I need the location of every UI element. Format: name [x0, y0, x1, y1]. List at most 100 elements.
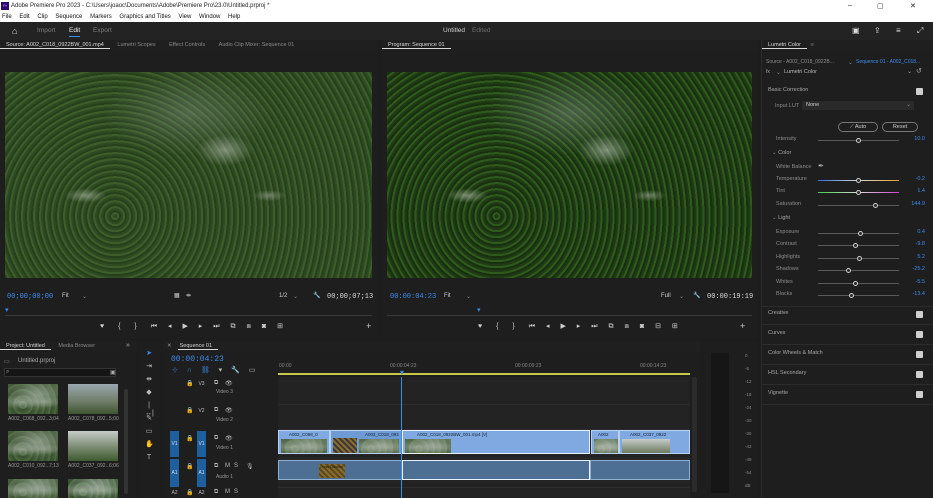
slider-value[interactable]: -13.4	[912, 291, 925, 297]
track-label-a2[interactable]: A2	[170, 489, 179, 498]
subsection-light[interactable]: ⌄ Light	[772, 215, 923, 225]
program-play-icon[interactable]: ▶	[560, 322, 565, 330]
new-bin-icon[interactable]: ▣	[110, 369, 116, 376]
section-toggle-checkbox[interactable]	[916, 311, 923, 318]
track-eye-icon[interactable]: 👁	[225, 435, 233, 442]
track-select-tool-icon[interactable]: ⇥	[145, 363, 153, 371]
video-clip[interactable]: A002	[591, 430, 619, 454]
video-clip[interactable]: A002_C018_092	[330, 430, 402, 454]
program-fit-chevron-icon[interactable]: ⌄	[466, 293, 471, 300]
section-hsl-secondary[interactable]: HSL Secondary	[768, 370, 923, 380]
slider-knob[interactable]	[853, 242, 859, 248]
timeline-wrench-icon[interactable]: 🔧	[231, 367, 240, 374]
track-lock-icon[interactable]: 🔒	[186, 380, 193, 387]
slider-track[interactable]	[818, 245, 899, 246]
source-fit-chevron-icon[interactable]: ⌄	[82, 293, 87, 300]
add-marker-icon[interactable]: ♥	[100, 323, 104, 330]
source-scrubber[interactable]: ▾	[5, 306, 372, 316]
mute-icon[interactable]: M	[225, 463, 230, 469]
tab-lumetri-scopes[interactable]: Lumetri Scopes	[111, 40, 161, 48]
menu-help[interactable]: Help	[228, 14, 240, 20]
source-playhead-icon[interactable]: ▾	[5, 306, 9, 314]
rectangle-tool-icon[interactable]: ▭	[145, 428, 153, 436]
go-to-in-icon[interactable]: ⏮	[151, 323, 157, 331]
extract-icon[interactable]: ⧈	[624, 323, 628, 331]
section-color-wheels[interactable]: Color Wheels & Match	[768, 350, 923, 360]
close-icon[interactable]: ✕	[163, 341, 178, 349]
auto-button[interactable]: ⟋ Auto	[838, 122, 878, 132]
section-toggle-checkbox[interactable]	[916, 331, 923, 338]
audio-clip[interactable]	[590, 460, 690, 480]
lift-icon[interactable]: ⧉	[609, 323, 614, 331]
clip-thumbnail[interactable]	[8, 431, 58, 461]
slider-value[interactable]: 5.2	[917, 254, 925, 260]
slider-knob[interactable]	[857, 230, 863, 236]
razor-tool-icon[interactable]: ◆	[145, 389, 153, 397]
video-clip[interactable]: A002_C037_0922	[619, 430, 690, 454]
comparison-view-icon[interactable]: ⊟	[655, 322, 661, 330]
track-eye-icon[interactable]: 👁	[225, 380, 233, 387]
slider-track[interactable]	[818, 270, 899, 271]
close-button[interactable]: ✕	[910, 2, 916, 10]
section-toggle-checkbox[interactable]	[916, 371, 923, 378]
section-toggle-checkbox[interactable]	[916, 88, 923, 95]
reset-button[interactable]: Reset	[882, 122, 918, 132]
clip-thumbnail[interactable]	[68, 384, 118, 414]
timeline-scrollbar[interactable]	[692, 377, 697, 492]
slider-highlights[interactable]: Highlights 5.2	[770, 254, 925, 263]
source-resolution-select[interactable]: 1/2	[279, 293, 287, 299]
source-fit-select[interactable]: Fit	[62, 293, 69, 299]
share-icon[interactable]: ⇪	[874, 26, 881, 35]
slider-whites[interactable]: Whites -5.5	[770, 279, 925, 288]
input-lut-select[interactable]: None ⌄	[802, 101, 914, 110]
source-settings-icon[interactable]: ▦	[174, 292, 180, 299]
reset-effect-icon[interactable]: ↺	[916, 67, 922, 75]
program-mark-in-icon[interactable]: {	[496, 323, 498, 330]
menu-view[interactable]: View	[178, 14, 191, 20]
play-icon[interactable]: ▶	[182, 322, 187, 330]
clip-thumbnail[interactable]	[8, 479, 58, 498]
lumetri-source[interactable]: Source - A002_C018_0922B...	[766, 59, 834, 65]
slider-value[interactable]: -9.8	[916, 241, 925, 247]
track-lock-icon[interactable]: 🔒	[186, 435, 193, 442]
slider-value[interactable]: -0.2	[916, 176, 925, 182]
track-target-a2[interactable]: A2	[197, 489, 206, 498]
transition-icon[interactable]	[333, 438, 357, 453]
tab-project[interactable]: Project: Untitled	[0, 341, 51, 350]
selection-tool-icon[interactable]: ➤	[145, 350, 153, 358]
source-video-frame[interactable]	[5, 72, 372, 278]
section-creative[interactable]: Creative	[768, 310, 923, 320]
section-vignette[interactable]: Vignette	[768, 390, 923, 400]
track-eye-icon[interactable]: 👁	[225, 407, 233, 414]
slider-value[interactable]: 0.4	[917, 229, 925, 235]
step-back-icon[interactable]: ◂	[168, 322, 172, 330]
linked-selection-icon[interactable]: ⛓	[201, 367, 210, 374]
tab-sequence[interactable]: Sequence 01	[177, 341, 219, 350]
track-area[interactable]: A002_C068_0 A002_C018_092 A002_C018_0922…	[278, 377, 690, 498]
track-sync-icon[interactable]: ⧉	[214, 435, 218, 442]
add-marker-icon[interactable]: ▾	[219, 367, 223, 374]
slider-track[interactable]	[818, 295, 899, 296]
source-patch-a1[interactable]: A1	[170, 459, 179, 487]
slider-knob[interactable]	[853, 280, 859, 286]
track-label-v2[interactable]: V2	[197, 407, 206, 416]
fx-badge[interactable]: fx	[766, 69, 770, 75]
video-clip[interactable]: A002_C068_0	[278, 430, 330, 454]
slider-temperature[interactable]: Temperature -0.2	[770, 176, 925, 185]
track-sync-icon[interactable]: ⧉	[214, 380, 218, 387]
tab-export[interactable]: Export	[93, 27, 112, 34]
slip-tool-icon[interactable]: |↔|	[145, 402, 154, 417]
solo-icon[interactable]: S	[234, 463, 238, 469]
menu-clip[interactable]: Clip	[37, 14, 47, 20]
panel-overflow-icon[interactable]: »	[126, 342, 130, 349]
audio-transition[interactable]: Cross Dissolve	[319, 464, 345, 478]
playhead-icon[interactable]: ▾	[400, 368, 404, 377]
tab-edit[interactable]: Edit	[69, 27, 81, 37]
track-sync-icon[interactable]: ⧉	[214, 407, 218, 414]
program-button-editor-icon[interactable]: ⊞	[672, 322, 678, 330]
clip-thumbnail[interactable]	[8, 384, 58, 414]
eyedropper-icon[interactable]: ✒	[818, 162, 824, 170]
source-chevron-icon[interactable]: ⌄	[848, 59, 853, 66]
source-wrench-icon[interactable]: 🔧	[313, 292, 320, 299]
section-toggle-checkbox[interactable]	[916, 391, 923, 398]
